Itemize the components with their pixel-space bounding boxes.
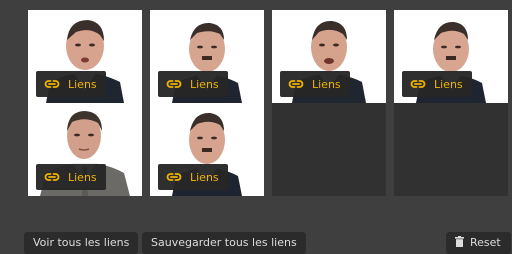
- liens-button[interactable]: Liens: [36, 71, 106, 97]
- gallery-tile[interactable]: Liens: [394, 10, 508, 103]
- gallery-tile[interactable]: Liens: [150, 103, 264, 196]
- liens-label: Liens: [190, 77, 219, 91]
- liens-button[interactable]: Liens: [158, 71, 228, 97]
- gallery-tile[interactable]: Liens: [150, 10, 264, 103]
- link-icon: [410, 80, 426, 88]
- liens-button[interactable]: Liens: [36, 164, 106, 190]
- trash-icon: [455, 236, 464, 247]
- link-icon: [44, 173, 60, 181]
- liens-button[interactable]: Liens: [280, 71, 350, 97]
- liens-button[interactable]: Liens: [158, 164, 228, 190]
- link-icon: [44, 80, 60, 88]
- liens-button[interactable]: Liens: [402, 71, 472, 97]
- gallery-tile[interactable]: Liens: [272, 10, 386, 103]
- liens-label: Liens: [434, 77, 463, 91]
- gallery-tile[interactable]: Liens: [28, 10, 142, 103]
- gallery-tile[interactable]: Liens: [28, 103, 142, 196]
- empty-tile: [272, 103, 386, 196]
- reset-button[interactable]: Reset: [446, 232, 511, 254]
- link-icon: [166, 80, 182, 88]
- liens-label: Liens: [68, 170, 97, 184]
- liens-label: Liens: [190, 170, 219, 184]
- link-icon: [288, 80, 304, 88]
- link-icon: [166, 173, 182, 181]
- view-all-links-button[interactable]: Voir tous les liens: [24, 232, 139, 254]
- image-gallery-panel: Liens Liens Liens Liens Liens Liens Voir…: [10, 0, 512, 254]
- liens-label: Liens: [312, 77, 341, 91]
- save-all-links-button[interactable]: Sauvegarder tous les liens: [142, 232, 306, 254]
- liens-label: Liens: [68, 77, 97, 91]
- empty-tile: [394, 103, 508, 196]
